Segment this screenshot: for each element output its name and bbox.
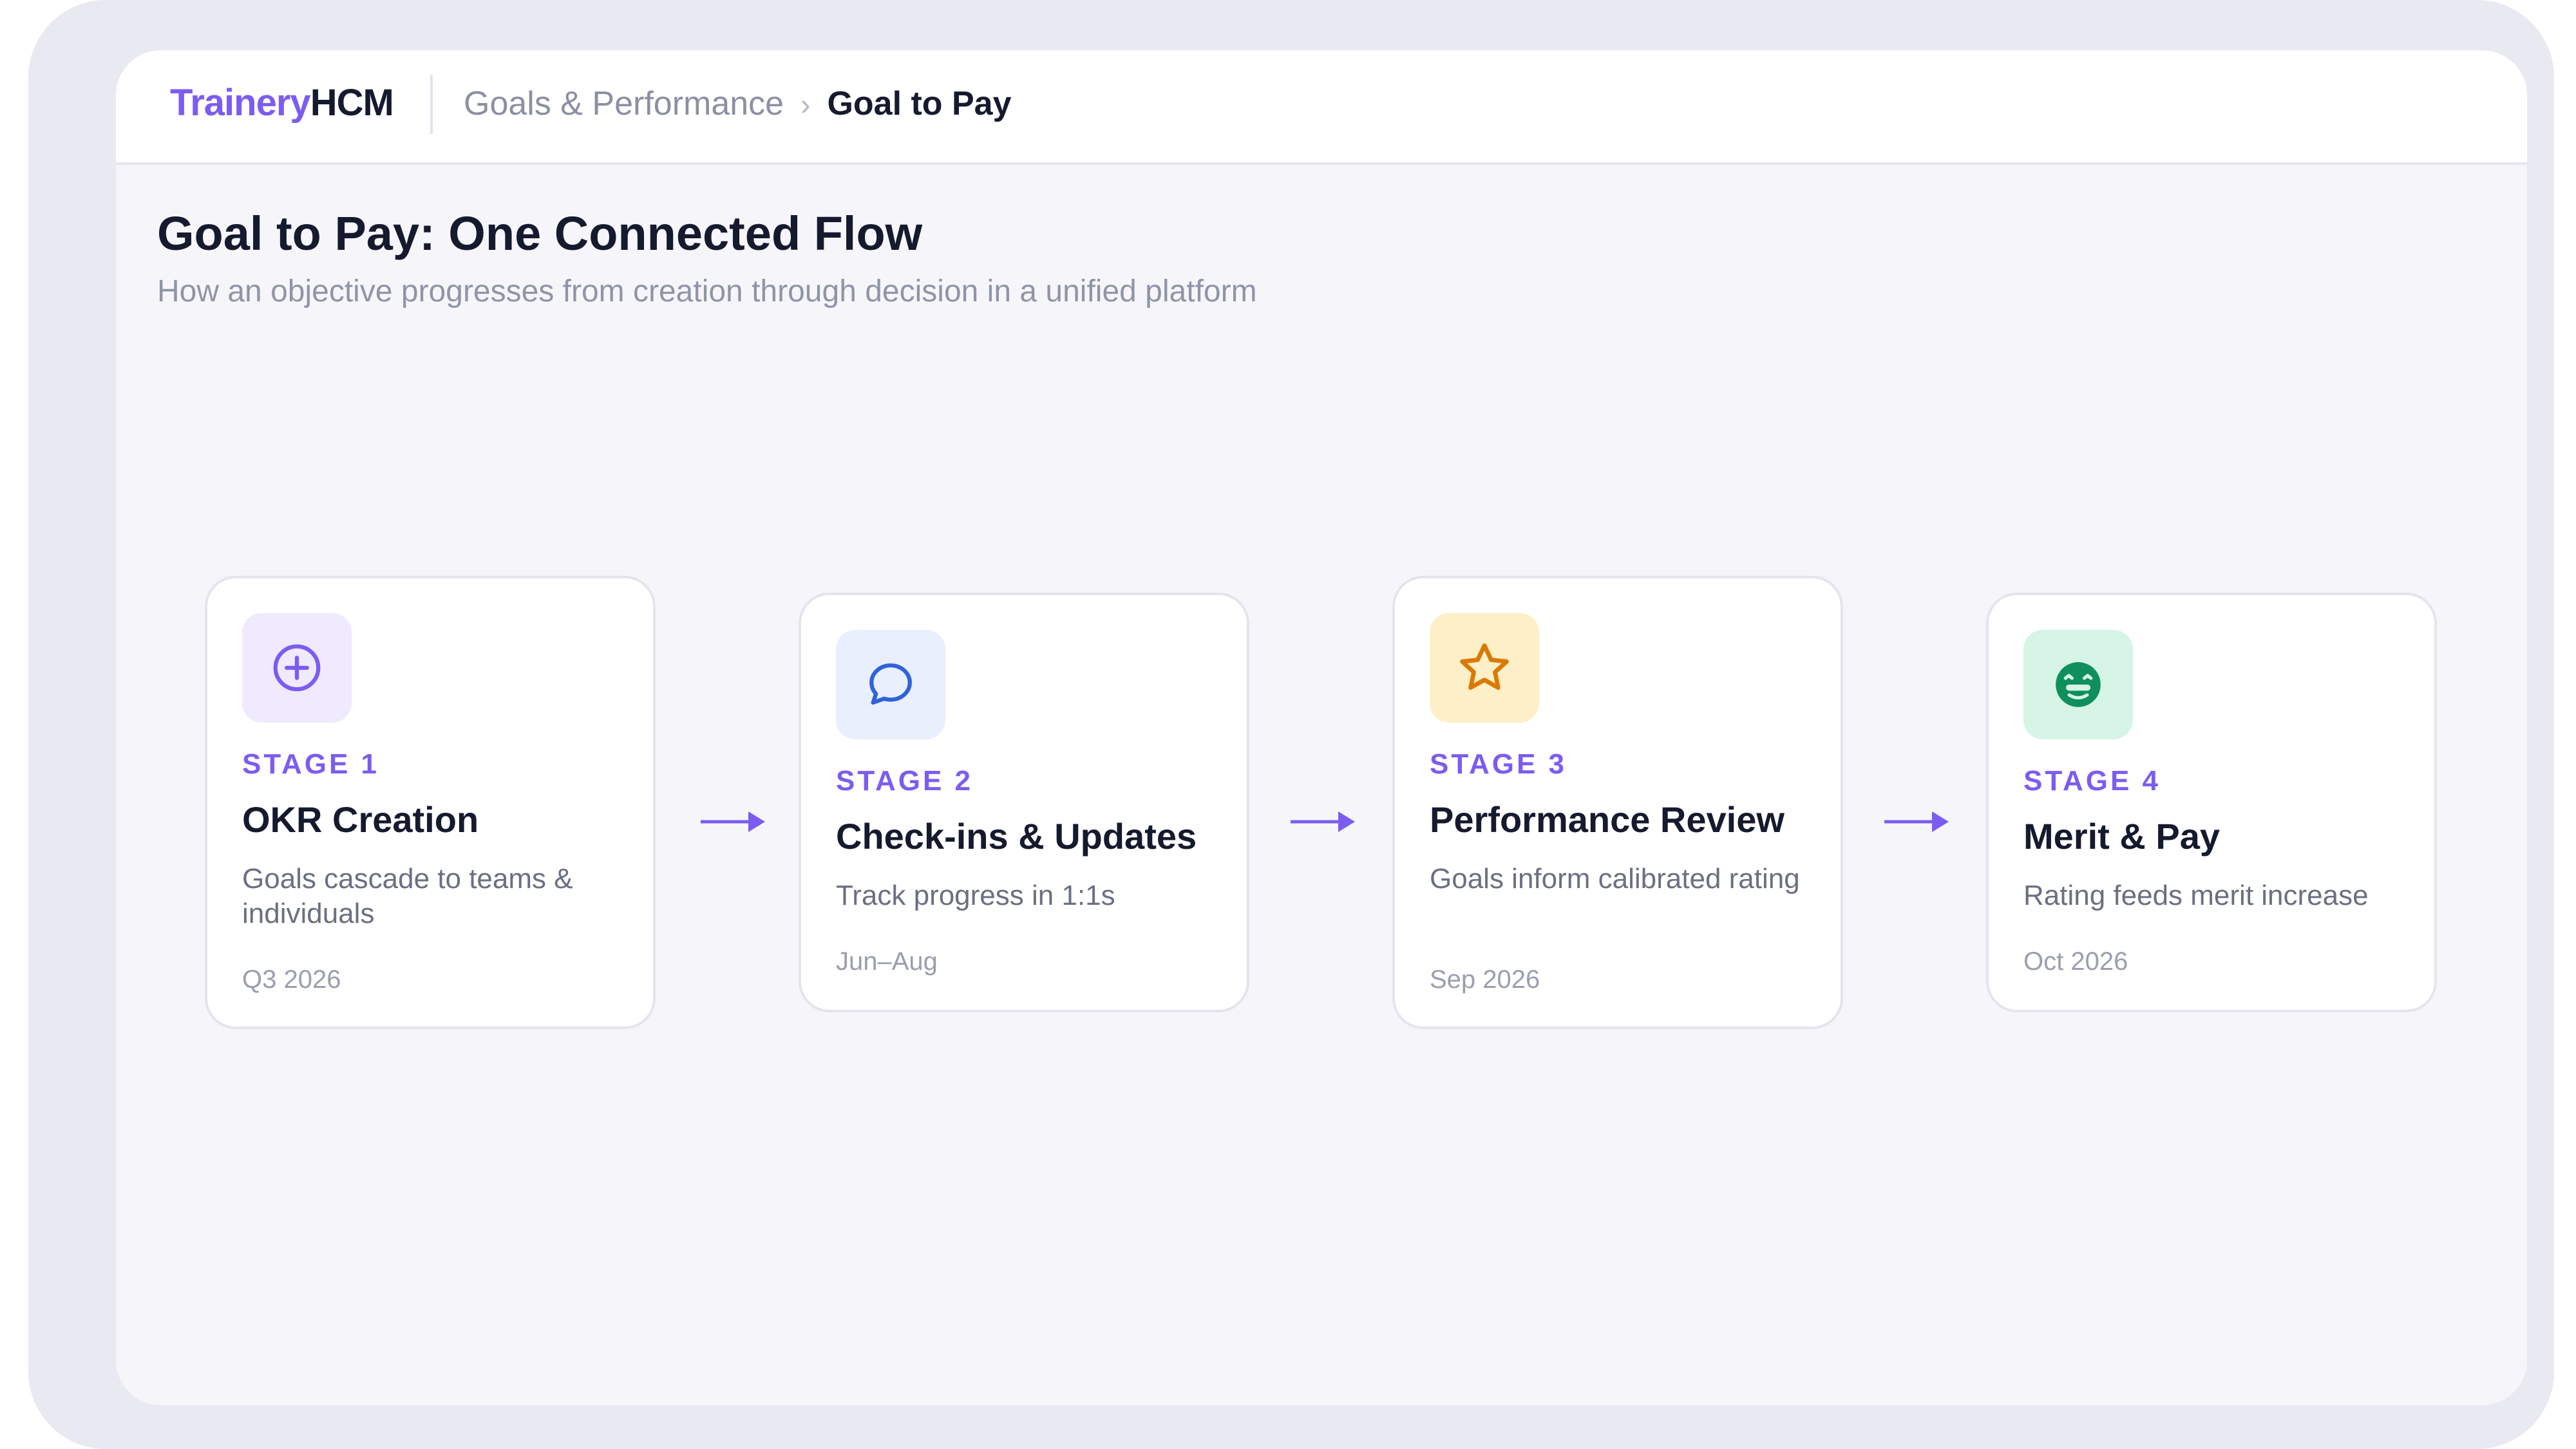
stage-title: Check-ins & Updates xyxy=(836,816,1197,857)
stage-card-performance-review[interactable]: STAGE 3 Performance Review Goals inform … xyxy=(1392,576,1843,1029)
stage-date: Sep 2026 xyxy=(1430,965,1540,994)
app-frame: TraineryHCM Goals & Performance › Goal to … xyxy=(28,0,2554,1449)
stage-card-check-ins[interactable]: STAGE 2 Check-ins & Updates Track progre… xyxy=(799,592,1249,1012)
arrow-right-icon xyxy=(701,811,765,832)
header-divider xyxy=(430,75,433,134)
stage-label: STAGE 3 xyxy=(1430,748,1567,780)
breadcrumb-goal-to-pay: Goal to Pay xyxy=(827,85,1012,122)
breadcrumb-goals-performance[interactable]: Goals & Performance xyxy=(464,85,784,122)
star-icon xyxy=(1460,643,1509,690)
plus-circle-icon xyxy=(273,644,321,692)
breadcrumb: Goals & Performance › Goal to Pay xyxy=(464,82,1012,126)
stage-date: Jun–Aug xyxy=(836,947,938,976)
stage-title: OKR Creation xyxy=(242,799,479,840)
stage-description: Rating feeds merit increase xyxy=(2023,880,2369,911)
logo-secondary-text: HCM xyxy=(310,82,394,124)
stage-date: Q3 2026 xyxy=(242,965,341,994)
logo[interactable]: TraineryHCM xyxy=(170,80,394,126)
top-bar: TraineryHCM Goals & Performance › Goal to … xyxy=(116,50,2527,165)
stage-3-icon-box xyxy=(1430,613,1539,723)
stage-label: STAGE 1 xyxy=(242,748,380,780)
money-face-icon xyxy=(2056,662,2101,707)
arrow-right-icon xyxy=(1884,811,1949,832)
stage-title: Performance Review xyxy=(1430,799,1785,840)
stage-title: Merit & Pay xyxy=(2023,816,2220,857)
page-title: Goal to Pay: One Connected Flow xyxy=(157,207,923,260)
stage-label: STAGE 4 xyxy=(2023,765,2161,797)
chat-bubble-icon xyxy=(869,663,912,705)
stage-2-icon-box xyxy=(836,630,945,739)
arrow-right-icon xyxy=(1291,811,1355,832)
page-subtitle: How an objective progresses from creatio… xyxy=(157,274,1257,308)
stage-card-merit-pay[interactable]: STAGE 4 Merit & Pay Rating feeds merit i… xyxy=(1986,592,2437,1012)
stage-card-okr-creation[interactable]: STAGE 1 OKR Creation Goals cascade to te… xyxy=(205,576,656,1029)
app-window: TraineryHCM Goals & Performance › Goal to … xyxy=(116,50,2527,1405)
logo-primary-text: Trainery xyxy=(170,82,311,124)
stage-description: Track progress in 1:1s xyxy=(836,880,1115,911)
stage-1-icon-box xyxy=(242,613,352,723)
stage-date: Oct 2026 xyxy=(2023,947,2128,976)
chevron-right-icon: › xyxy=(800,88,811,121)
stage-description: Goals cascade to teams & individuals xyxy=(242,863,573,929)
stage-label: STAGE 2 xyxy=(836,765,974,797)
stage-description: Goals inform calibrated rating xyxy=(1430,863,1800,895)
stage-4-icon-box xyxy=(2023,630,2133,739)
